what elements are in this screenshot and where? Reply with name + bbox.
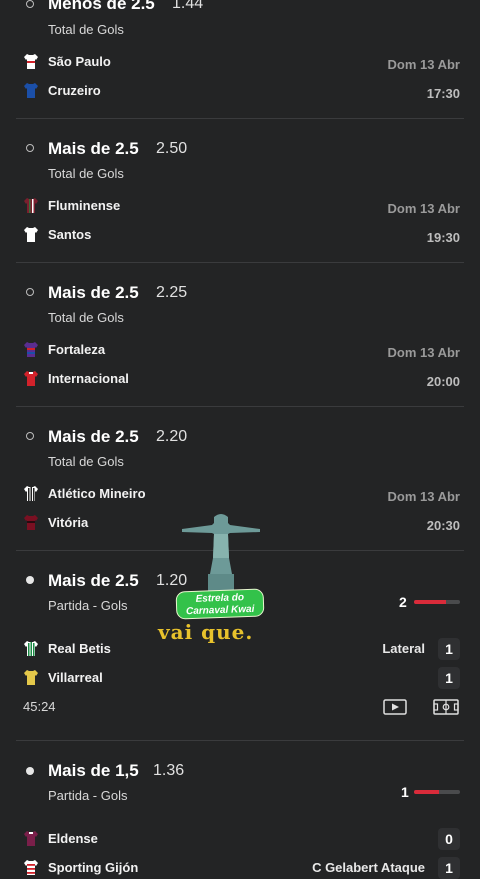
home-score: 1 (438, 638, 460, 660)
video-play-icon[interactable] (383, 699, 407, 715)
market-name: Total de Gols (48, 454, 124, 469)
fluminense-shirt-icon (24, 198, 38, 213)
match-date: Dom 13 Abr (387, 345, 460, 360)
santos-shirt-icon (24, 227, 38, 242)
villarreal-shirt-icon (24, 670, 38, 685)
fortaleza-shirt-icon (24, 342, 38, 357)
match-time: 20:00 (426, 374, 460, 389)
selection-title: Mais de 2.5 (48, 427, 139, 446)
selection-odd: 2.25 (156, 284, 188, 301)
field-pitch-icon[interactable] (433, 699, 459, 715)
live-status-dot-icon (26, 576, 34, 584)
christ-statue-graphic (182, 514, 260, 596)
selection-title: Mais de 2.5 (48, 139, 139, 158)
bet-card-3[interactable]: Mais de 2.5 2.25 Total de Gols Fortaleza… (0, 263, 480, 406)
internacional-shirt-icon (24, 371, 38, 386)
home-team: Fortaleza (48, 342, 106, 357)
home-team: Eldense (48, 831, 98, 846)
match-time: 20:30 (426, 518, 460, 533)
live-event: Lateral (382, 641, 425, 656)
status-dot-icon (26, 144, 34, 152)
goal-progress-bar (414, 600, 460, 604)
atletico-mineiro-shirt-icon (24, 486, 38, 501)
real-betis-shirt-icon (24, 641, 38, 656)
bet-card-6[interactable]: Mais de 1,5 1.36 Partida - Gols 1 Eldens… (0, 741, 480, 879)
match-time: 17:30 (426, 86, 460, 101)
live-event: C Gelabert Ataque (312, 860, 425, 875)
away-score: 1 (438, 667, 460, 689)
vitoria-shirt-icon (24, 515, 38, 530)
match-date: Dom 13 Abr (387, 57, 460, 72)
selection-title: Mais de 2.5 (48, 571, 139, 590)
selection-odd: 2.50 (156, 140, 188, 157)
badge-line-2: Carnaval Kwai (185, 603, 255, 618)
vai-que-caption: vai que. (158, 620, 254, 644)
live-status-dot-icon (26, 767, 34, 775)
selection-odd: 1.44 (172, 0, 204, 12)
away-team: Vitória (48, 515, 89, 530)
match-date: Dom 13 Abr (387, 201, 460, 216)
market-name: Total de Gols (48, 166, 124, 181)
away-team: Santos (48, 227, 92, 242)
sporting-gijon-shirt-icon (24, 860, 38, 875)
cruzeiro-shirt-icon (24, 83, 38, 98)
goal-count: 1 (401, 784, 409, 800)
sao-paulo-shirt-icon (24, 54, 38, 69)
selection-title: Menos de 2.5 (48, 0, 155, 13)
home-team: Atlético Mineiro (48, 486, 146, 501)
away-team: Villarreal (48, 670, 103, 685)
selection-odd: 2.20 (156, 428, 188, 445)
bet-card-2[interactable]: Mais de 2.5 2.50 Total de Gols Fluminens… (0, 119, 480, 262)
away-team: Internacional (48, 371, 129, 386)
selection-title: Mais de 1,5 (48, 761, 139, 780)
home-score: 0 (438, 828, 460, 850)
match-clock: 45:24 (23, 699, 56, 714)
carnaval-kwai-badge[interactable]: Estrela do Carnaval Kwai (175, 588, 265, 620)
home-team: São Paulo (48, 54, 111, 69)
market-name: Partida - Gols (48, 598, 128, 613)
market-name: Total de Gols (48, 22, 124, 37)
selection-odd: 1.36 (153, 762, 185, 779)
goal-progress-bar (414, 790, 460, 794)
home-team: Fluminense (48, 198, 121, 213)
bet-card-1[interactable]: Menos de 2.5 1.44 Total de Gols São Paul… (0, 0, 480, 118)
selection-title: Mais de 2.5 (48, 283, 139, 302)
match-time: 19:30 (426, 230, 460, 245)
match-date: Dom 13 Abr (387, 489, 460, 504)
market-name: Partida - Gols (48, 788, 128, 803)
status-dot-icon (26, 432, 34, 440)
goal-count: 2 (399, 594, 407, 610)
home-team: Real Betis (48, 641, 111, 656)
away-team: Cruzeiro (48, 83, 101, 98)
status-dot-icon (26, 288, 34, 296)
away-team: Sporting Gijón (48, 860, 139, 875)
status-dot-icon (26, 0, 34, 8)
market-name: Total de Gols (48, 310, 124, 325)
eldense-shirt-icon (24, 831, 38, 846)
